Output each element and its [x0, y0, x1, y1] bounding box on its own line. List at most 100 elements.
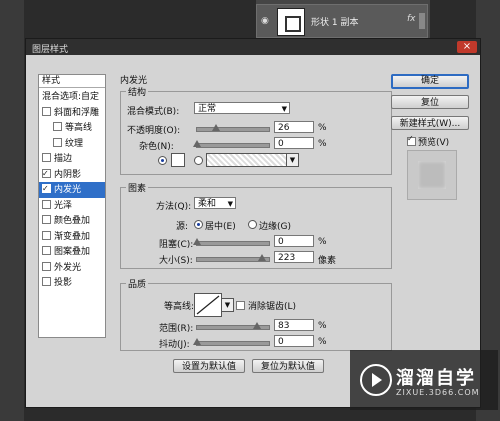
- reset-default-button[interactable]: 复位为默认值: [252, 359, 324, 373]
- contour-picker[interactable]: [194, 293, 222, 317]
- watermark-subtitle: ZIXUE.3D66.COM: [396, 388, 480, 397]
- antialias-label[interactable]: 消除锯齿(L): [248, 299, 296, 312]
- gradient-dropdown-icon[interactable]: ▼: [286, 153, 299, 167]
- range-label: 范围(R):: [159, 324, 194, 334]
- choke-unit: %: [318, 237, 327, 247]
- gradient-radio[interactable]: [194, 156, 203, 165]
- fx-icon[interactable]: fx: [407, 14, 416, 24]
- glow-gradient-preview[interactable]: [206, 153, 288, 167]
- size-slider[interactable]: [196, 254, 270, 262]
- size-slider-knob[interactable]: [257, 254, 266, 261]
- style-list-item[interactable]: 内发光: [39, 181, 105, 198]
- style-list-item-label: 纹理: [65, 138, 84, 149]
- close-button[interactable]: ×: [457, 41, 477, 53]
- style-checkbox[interactable]: [42, 166, 51, 182]
- layer-name: 形状 1 副本: [311, 18, 359, 28]
- range-slider[interactable]: [196, 322, 270, 330]
- style-checkbox[interactable]: [42, 246, 51, 255]
- jitter-slider-knob[interactable]: [193, 338, 201, 345]
- size-unit: 像素: [318, 256, 337, 266]
- size-input[interactable]: 223: [274, 251, 314, 263]
- style-list-item-label: 等高线: [65, 123, 93, 133]
- style-list-item[interactable]: 斜面和浮雕: [39, 105, 105, 121]
- source-edge-radio[interactable]: [248, 220, 257, 229]
- layer-row[interactable]: ◉ 形状 1 副本 fx: [256, 4, 428, 38]
- range-slider-knob[interactable]: [252, 322, 261, 329]
- opacity-slider-knob[interactable]: [211, 124, 220, 131]
- style-list-item-label: 外发光: [54, 262, 82, 273]
- style-list-item[interactable]: 图案叠加: [39, 244, 105, 260]
- preview-checkbox[interactable]: [407, 134, 416, 146]
- ok-button[interactable]: 确定: [391, 74, 469, 89]
- jitter-unit: %: [318, 337, 327, 347]
- jitter-input[interactable]: 0: [274, 335, 314, 347]
- range-input[interactable]: 83: [274, 319, 314, 331]
- technique-select[interactable]: 柔和 ▼: [194, 197, 236, 209]
- color-radio[interactable]: [158, 156, 167, 165]
- style-list-item-label: 混合选项:自定: [42, 92, 100, 102]
- source-center-label[interactable]: 居中(E): [205, 219, 236, 232]
- noise-label: 杂色(N):: [139, 142, 174, 152]
- style-checkbox[interactable]: [42, 277, 51, 286]
- make-default-button[interactable]: 设置为默认值: [173, 359, 245, 373]
- preview-inner-square: [418, 161, 446, 189]
- source-label: 源:: [176, 222, 189, 232]
- range-unit: %: [318, 321, 327, 331]
- style-list-item[interactable]: 混合选项:自定: [39, 89, 105, 105]
- quality-label: 品质: [126, 277, 149, 290]
- style-checkbox[interactable]: [42, 153, 51, 162]
- reset-button[interactable]: 复位: [391, 95, 469, 109]
- style-checkbox[interactable]: [42, 215, 51, 224]
- technique-label: 方法(Q):: [156, 202, 192, 212]
- elements-label: 图素: [126, 181, 149, 194]
- noise-input[interactable]: 0: [274, 137, 314, 149]
- opacity-slider[interactable]: [196, 124, 270, 132]
- new-style-button[interactable]: 新建样式(W)...: [391, 116, 469, 130]
- style-checkbox[interactable]: [42, 230, 51, 240]
- jitter-label: 抖动(J):: [159, 340, 190, 350]
- blend-mode-select[interactable]: 正常 ▼: [194, 102, 290, 114]
- style-list-item[interactable]: 内阴影: [39, 166, 105, 183]
- style-checkbox[interactable]: [53, 122, 62, 131]
- style-checkbox[interactable]: [42, 261, 51, 271]
- style-list-item[interactable]: 等高线: [39, 120, 105, 136]
- style-list-item[interactable]: 描边: [39, 151, 105, 167]
- size-label: 大小(S):: [159, 256, 193, 266]
- visibility-eye-icon[interactable]: ◉: [261, 16, 273, 26]
- preview-label[interactable]: 预览(V): [418, 135, 449, 148]
- chevron-down-icon: ▼: [227, 200, 233, 208]
- antialias-checkbox[interactable]: [236, 301, 245, 310]
- dialog-titlebar[interactable]: 图层样式 ×: [26, 39, 480, 55]
- contour-dropdown-icon[interactable]: ▼: [221, 298, 234, 312]
- noise-slider-knob[interactable]: [193, 140, 201, 147]
- style-list-item-label: 内发光: [54, 185, 82, 195]
- style-checkbox[interactable]: [42, 181, 51, 197]
- style-list-item[interactable]: 光泽: [39, 198, 105, 214]
- style-checkbox[interactable]: [53, 137, 62, 147]
- style-list-item[interactable]: 投影: [39, 275, 105, 291]
- style-list-item[interactable]: 外发光: [39, 260, 105, 276]
- style-list-item-label: 颜色叠加: [54, 216, 91, 226]
- source-edge-label[interactable]: 边缘(G): [259, 219, 291, 232]
- style-checkbox[interactable]: [42, 106, 51, 116]
- source-center-radio[interactable]: [194, 220, 203, 229]
- choke-input[interactable]: 0: [274, 235, 314, 247]
- structure-label: 结构: [126, 85, 149, 98]
- style-list-item[interactable]: 纹理: [39, 136, 105, 152]
- style-list-item-label: 投影: [54, 278, 73, 288]
- style-checkbox[interactable]: [42, 199, 51, 209]
- chevron-down-icon: ▼: [281, 105, 287, 113]
- glow-color-swatch[interactable]: [171, 153, 185, 167]
- opacity-label: 不透明度(O):: [127, 126, 181, 136]
- style-preview-thumbnail: [407, 150, 457, 200]
- style-list-item[interactable]: 颜色叠加: [39, 213, 105, 229]
- blend-mode-label: 混合模式(B):: [127, 107, 180, 117]
- layer-scroll-indicator[interactable]: [419, 13, 425, 29]
- noise-slider[interactable]: [193, 140, 270, 148]
- opacity-input[interactable]: 26: [274, 121, 314, 133]
- choke-slider[interactable]: [193, 238, 270, 246]
- dialog-title: 图层样式: [32, 45, 69, 55]
- jitter-slider[interactable]: [193, 338, 270, 346]
- style-list-item[interactable]: 渐变叠加: [39, 229, 105, 245]
- choke-slider-knob[interactable]: [193, 238, 201, 245]
